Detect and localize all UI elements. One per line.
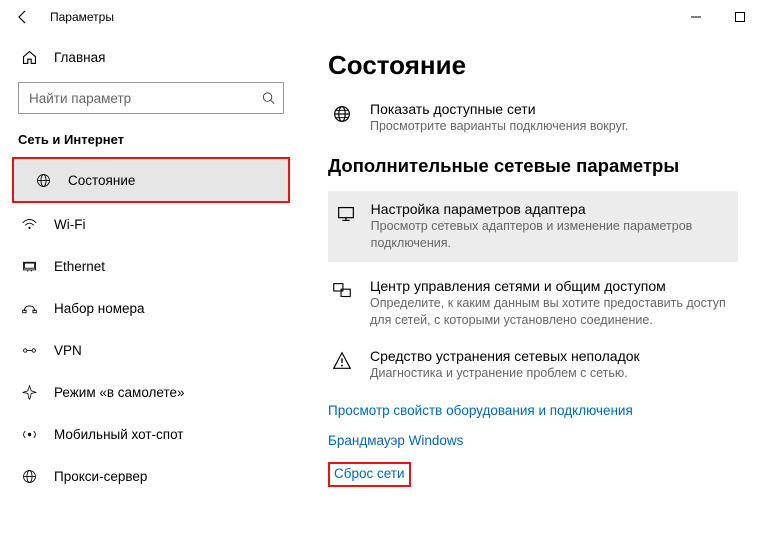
sidebar-home-label: Главная	[54, 50, 105, 65]
sidebar-item-status[interactable]: Состояние	[14, 159, 288, 201]
minimize-button[interactable]	[674, 2, 718, 32]
sidebar-item-label: Режим «в самолете»	[54, 385, 185, 400]
link-hardware-props[interactable]: Просмотр свойств оборудования и подключе…	[328, 403, 633, 418]
vpn-icon	[18, 343, 40, 358]
wifi-icon	[18, 217, 40, 232]
adapter-settings-row[interactable]: Настройка параметров адаптера Просмотр с…	[328, 191, 738, 262]
adapter-icon	[334, 203, 359, 225]
search-input[interactable]	[18, 82, 284, 114]
show-networks-desc: Просмотрите варианты подключения вокруг.	[370, 118, 738, 135]
search-icon	[261, 91, 276, 106]
sidebar-home[interactable]: Главная	[0, 38, 302, 76]
hotspot-icon	[18, 426, 40, 443]
airplane-icon	[18, 384, 40, 401]
sidebar-item-label: VPN	[54, 343, 82, 358]
window-controls	[674, 2, 762, 32]
sharing-desc: Определите, к каким данным вы хотите пре…	[370, 295, 738, 329]
home-icon	[18, 49, 40, 66]
sidebar-item-label: Набор номера	[54, 301, 145, 316]
sharing-center-row[interactable]: Центр управления сетями и общим доступом…	[328, 278, 738, 329]
titlebar: Параметры	[0, 0, 768, 34]
link-network-reset[interactable]: Сброс сети	[334, 466, 405, 481]
arrow-left-icon	[15, 9, 31, 25]
show-networks-title: Показать доступные сети	[370, 101, 738, 117]
troubleshoot-desc: Диагностика и устранение проблем с сетью…	[370, 365, 738, 382]
sidebar-item-dialup[interactable]: Набор номера	[0, 287, 302, 329]
sidebar-item-label: Ethernet	[54, 259, 105, 274]
minimize-icon	[691, 12, 701, 22]
sidebar-item-wifi[interactable]: Wi-Fi	[0, 203, 302, 245]
sidebar-item-vpn[interactable]: VPN	[0, 329, 302, 371]
warning-icon	[328, 350, 356, 372]
sidebar-item-airplane[interactable]: Режим «в самолете»	[0, 371, 302, 413]
sharing-icon	[328, 280, 356, 302]
troubleshoot-title: Средство устранения сетевых неполадок	[370, 348, 738, 364]
dialup-icon	[18, 301, 40, 316]
sidebar-item-proxy[interactable]: Прокси-сервер	[0, 455, 302, 497]
maximize-icon	[735, 12, 745, 22]
advanced-section-title: Дополнительные сетевые параметры	[328, 155, 738, 177]
globe-icon	[32, 172, 54, 189]
sidebar-item-label: Прокси-сервер	[54, 469, 147, 484]
sidebar-item-label: Мобильный хот-спот	[54, 427, 183, 442]
sidebar-section-title: Сеть и Интернет	[0, 126, 302, 157]
link-firewall[interactable]: Брандмауэр Windows	[328, 433, 463, 448]
sidebar-item-ethernet[interactable]: Ethernet	[0, 245, 302, 287]
sidebar-item-label: Состояние	[68, 173, 135, 188]
maximize-button[interactable]	[718, 2, 762, 32]
globe-icon	[328, 103, 356, 125]
adapter-desc: Просмотр сетевых адаптеров и изменение п…	[371, 218, 728, 252]
proxy-icon	[18, 468, 40, 485]
back-button[interactable]	[6, 0, 40, 34]
sidebar-item-hotspot[interactable]: Мобильный хот-спот	[0, 413, 302, 455]
show-networks-row[interactable]: Показать доступные сети Просмотрите вари…	[328, 101, 738, 135]
sidebar: Главная Сеть и Интернет Состояние Wi-Fi	[0, 34, 302, 542]
ethernet-icon	[18, 259, 40, 274]
troubleshoot-row[interactable]: Средство устранения сетевых неполадок Ди…	[328, 348, 738, 382]
search-wrap	[18, 82, 284, 114]
page-title: Состояние	[328, 50, 738, 81]
sharing-title: Центр управления сетями и общим доступом	[370, 278, 738, 294]
adapter-title: Настройка параметров адаптера	[371, 201, 728, 217]
app-title: Параметры	[50, 10, 114, 24]
main-content: Состояние Показать доступные сети Просмо…	[302, 34, 768, 542]
sidebar-item-label: Wi-Fi	[54, 217, 85, 232]
